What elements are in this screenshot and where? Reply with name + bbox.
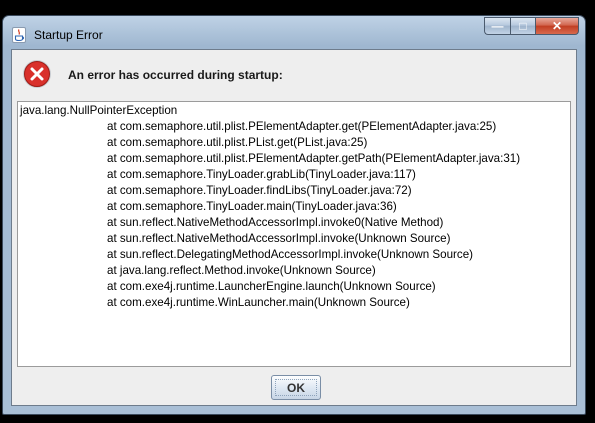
stack-frame: at com.semaphore.TinyLoader.grabLib(Tiny…: [107, 168, 416, 181]
minimize-button[interactable]: —: [484, 17, 510, 35]
stack-trace-area[interactable]: java.lang.NullPointerException at com.se…: [17, 101, 571, 367]
stack-frame: at com.semaphore.util.plist.PList.get(PL…: [107, 136, 368, 149]
exception-line: java.lang.NullPointerException: [20, 104, 178, 117]
error-heading: An error has occurred during startup:: [68, 68, 283, 82]
error-icon: [23, 60, 51, 88]
ok-button[interactable]: OK: [271, 375, 321, 400]
minimize-icon: —: [491, 19, 504, 33]
maximize-icon: □: [519, 19, 527, 33]
startup-error-dialog: Startup Error — □ ✕ An error has occurre…: [2, 15, 586, 415]
stack-frame: at sun.reflect.DelegatingMethodAccessorI…: [107, 248, 474, 261]
java-icon: [12, 27, 26, 43]
stack-frame: at sun.reflect.NativeMethodAccessorImpl.…: [107, 216, 444, 229]
stack-frame: at com.semaphore.util.plist.PElementAdap…: [107, 152, 521, 165]
stack-frame: at com.exe4j.runtime.LauncherEngine.laun…: [107, 280, 436, 293]
window-title: Startup Error: [34, 28, 103, 42]
title-bar[interactable]: Startup Error — □ ✕: [3, 16, 585, 49]
stack-frame: at com.semaphore.util.plist.PElementAdap…: [107, 120, 497, 133]
close-icon: ✕: [551, 19, 563, 33]
stack-frame: at com.semaphore.TinyLoader.findLibs(Tin…: [107, 184, 412, 197]
stack-frame: at java.lang.reflect.Method.invoke(Unkno…: [107, 264, 376, 277]
stack-frame: at sun.reflect.NativeMethodAccessorImpl.…: [107, 232, 451, 245]
maximize-button[interactable]: □: [510, 17, 535, 35]
stack-frame: at com.semaphore.TinyLoader.main(TinyLoa…: [107, 200, 397, 213]
close-button[interactable]: ✕: [535, 17, 579, 35]
dialog-content: An error has occurred during startup: ja…: [11, 49, 577, 406]
stack-frame: at com.exe4j.runtime.WinLauncher.main(Un…: [107, 296, 410, 309]
window-controls: — □ ✕: [484, 17, 579, 35]
